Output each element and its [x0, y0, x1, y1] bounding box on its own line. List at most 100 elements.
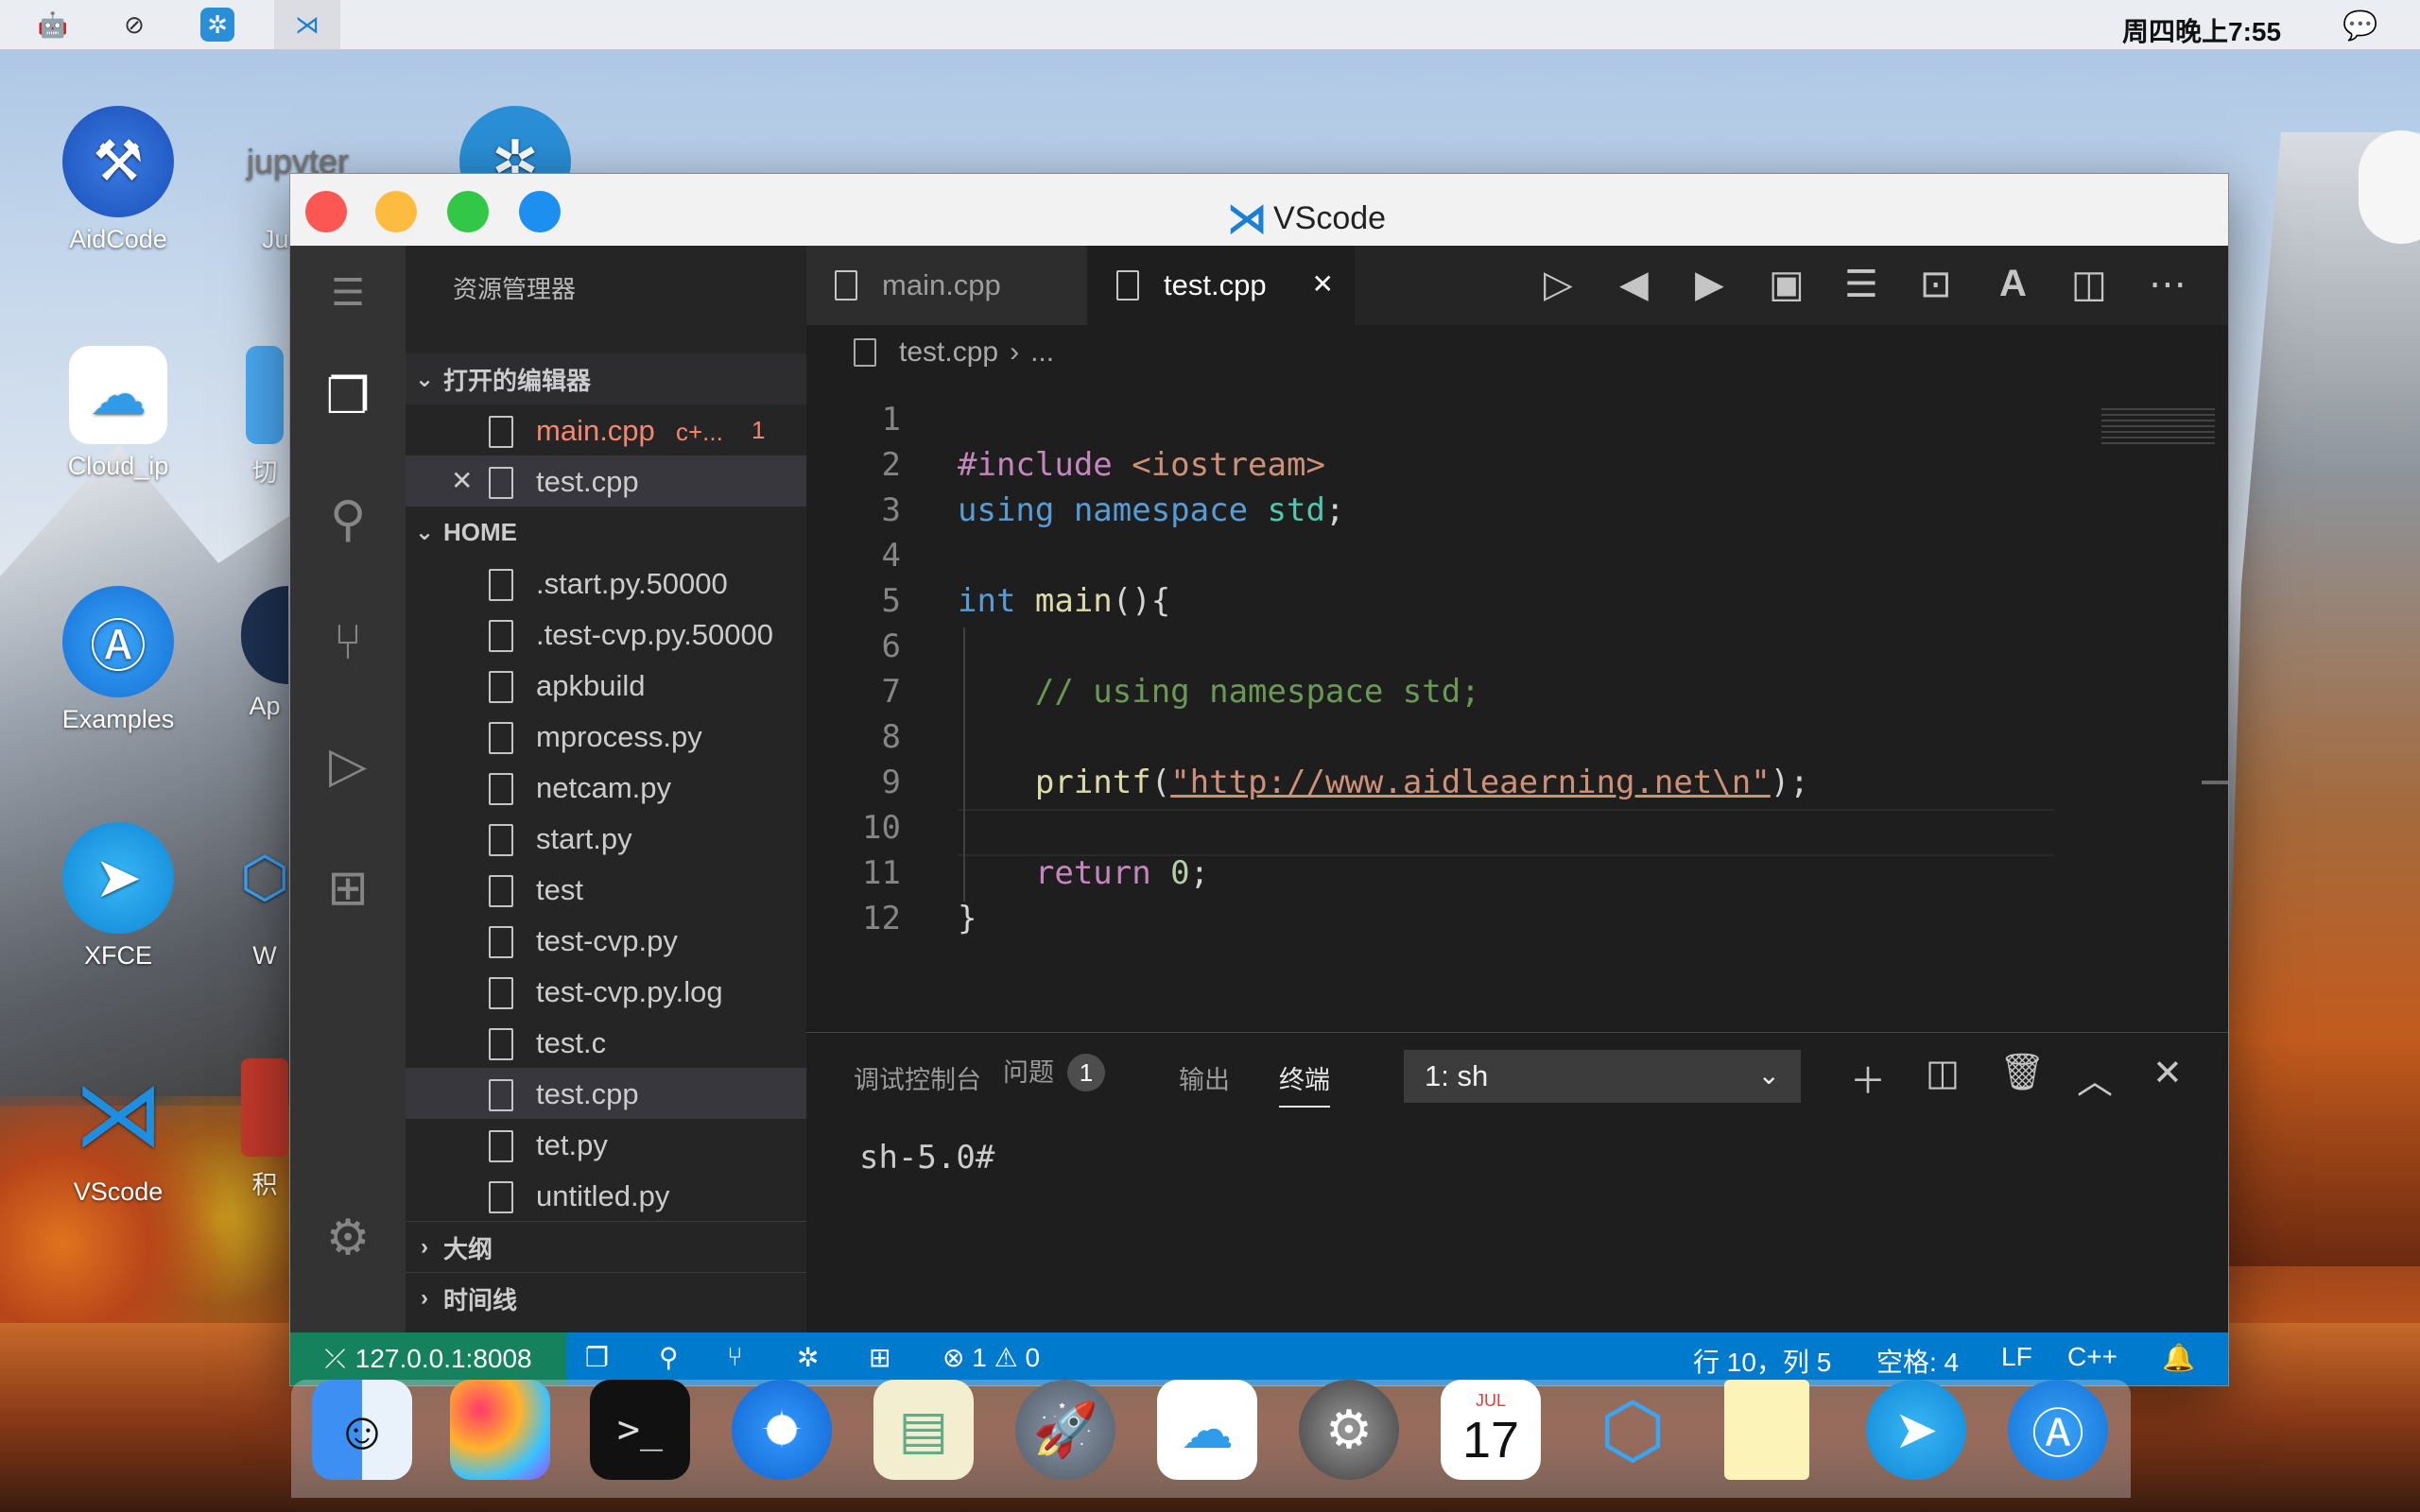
- minimap[interactable]: [2101, 408, 2215, 446]
- run-icon[interactable]: ▷: [1544, 263, 1573, 306]
- extensions-status-icon[interactable]: ⊞: [869, 1342, 890, 1373]
- terminal-prompt[interactable]: sh-5.0#: [859, 1139, 994, 1177]
- home-section[interactable]: ⌄ HOME: [406, 507, 806, 558]
- notifications-bell-icon[interactable]: 🔔: [2162, 1342, 2195, 1373]
- android-icon[interactable]: 🤖: [36, 8, 70, 42]
- system-preferences-icon[interactable]: ⚙: [1299, 1380, 1399, 1480]
- indentation[interactable]: 空格: 4: [1876, 1342, 1959, 1380]
- run-debug-icon[interactable]: ▷: [290, 718, 406, 813]
- desktop-icon-examples[interactable]: Ⓐ Examples: [47, 586, 189, 734]
- game-center-icon[interactable]: [450, 1380, 550, 1480]
- notes-icon[interactable]: [1724, 1380, 1809, 1480]
- maximize-panel-icon[interactable]: ︿: [2077, 1052, 2113, 1104]
- next-icon[interactable]: ▶: [1695, 263, 1724, 306]
- menu-icon[interactable]: ☰: [290, 246, 406, 340]
- debug-status-icon[interactable]: ✲: [797, 1342, 819, 1373]
- tab-debug-console[interactable]: 调试控制台: [854, 1059, 981, 1096]
- file-item[interactable]: untitled.py: [406, 1170, 806, 1221]
- trash-icon[interactable]: 🗑: [1999, 1052, 2045, 1093]
- file-item[interactable]: .start.py.50000: [406, 558, 806, 609]
- close-window-button[interactable]: [305, 191, 347, 232]
- open-editor-item-test[interactable]: ✕ test.cpp: [406, 455, 806, 507]
- chat-icon[interactable]: 💬: [2342, 9, 2377, 43]
- file-item[interactable]: test-cvp.py: [406, 915, 806, 966]
- file-item[interactable]: .test-cvp.py.50000: [406, 609, 806, 660]
- remote-indicator[interactable]: ⤫ 127.0.0.1:8008: [290, 1332, 566, 1385]
- file-item[interactable]: test-cvp.py.log: [406, 966, 806, 1017]
- more-actions-icon[interactable]: ⋯: [2149, 263, 2187, 306]
- file-item[interactable]: mprocess.py: [406, 711, 806, 762]
- end-of-line[interactable]: LF: [2001, 1342, 2032, 1372]
- tab-output[interactable]: 输出: [1179, 1059, 1230, 1096]
- search-status-icon[interactable]: ⚲: [659, 1342, 679, 1373]
- desktop-icon-aidcode[interactable]: ⚒ AidCode: [47, 106, 189, 254]
- font-icon[interactable]: A: [1999, 263, 2027, 305]
- source-control-status-icon[interactable]: ⑂: [727, 1342, 743, 1372]
- desktop-icon-partial-3[interactable]: Ap: [241, 586, 288, 721]
- file-item[interactable]: start.py: [406, 813, 806, 864]
- desktop-icon-partial-5[interactable]: 积: [241, 1058, 288, 1201]
- previous-icon[interactable]: ◀: [1619, 263, 1649, 306]
- compass-icon[interactable]: ⊘: [117, 8, 151, 42]
- list-icon[interactable]: ☰: [1844, 263, 1878, 306]
- language-mode[interactable]: C++: [2067, 1342, 2118, 1372]
- tab-problems[interactable]: 问题 1: [1003, 1052, 1105, 1091]
- calendar-icon[interactable]: JUL 17: [1441, 1380, 1541, 1480]
- file-item[interactable]: netcam.py: [406, 762, 806, 813]
- maximize-window-button[interactable]: [447, 191, 489, 232]
- explorer-icon[interactable]: ❐: [290, 350, 406, 444]
- outline-section[interactable]: › 大纲: [406, 1221, 806, 1273]
- cursor-position[interactable]: 行 10，列 5: [1693, 1342, 1831, 1380]
- app-store-dock-icon[interactable]: Ⓐ: [2008, 1380, 2108, 1480]
- tab-terminal[interactable]: 终端: [1279, 1059, 1330, 1108]
- send-app-icon[interactable]: ➤: [1866, 1380, 1966, 1480]
- launchpad-icon[interactable]: 🚀: [1015, 1380, 1115, 1480]
- menubar-clock[interactable]: 周四晚上7:55: [2122, 11, 2281, 49]
- file-item[interactable]: test: [406, 864, 806, 915]
- breadcrumb-file[interactable]: test.cpp: [899, 336, 998, 369]
- desktop-icon-xfce[interactable]: ➤ XFCE: [47, 822, 189, 971]
- icloud-icon[interactable]: ☁: [1157, 1380, 1257, 1480]
- finder-icon[interactable]: ☺: [312, 1380, 412, 1480]
- tab-main-cpp[interactable]: main.cpp: [806, 246, 1086, 325]
- problems-status[interactable]: ⊗ 1 ⚠ 0: [942, 1342, 1040, 1373]
- breadcrumb-more[interactable]: ...: [1030, 336, 1054, 369]
- file-item[interactable]: test.c: [406, 1017, 806, 1068]
- timeline-section[interactable]: › 时间线: [406, 1272, 806, 1324]
- open-editors-section[interactable]: ⌄ 打开的编辑器: [406, 353, 806, 404]
- search-icon[interactable]: ⚲: [290, 472, 406, 567]
- open-editor-item-main[interactable]: main.cpp c+... 1: [406, 404, 806, 455]
- desktop-icon-partial-2[interactable]: 切: [241, 346, 288, 489]
- source-control-icon[interactable]: ⑂: [290, 595, 406, 690]
- terminal-icon[interactable]: ⊡: [1920, 263, 1952, 306]
- settings-gear-icon[interactable]: ⚙: [290, 1191, 406, 1285]
- file-item-selected[interactable]: test.cpp: [406, 1068, 806, 1119]
- extensions-icon[interactable]: ⊞: [290, 841, 406, 936]
- terminal-app-icon[interactable]: >_: [590, 1380, 690, 1480]
- gear-app-icon[interactable]: ✲: [200, 8, 234, 42]
- qq-penguin-icon[interactable]: [2359, 130, 2420, 244]
- maps-icon[interactable]: ▤: [873, 1380, 974, 1480]
- split-terminal-icon[interactable]: ◫: [1926, 1052, 1960, 1094]
- vscode-icon[interactable]: ⋊: [274, 0, 340, 49]
- minimize-window-button[interactable]: [375, 191, 417, 232]
- close-icon[interactable]: ✕: [451, 465, 473, 496]
- line-number: 10: [862, 809, 901, 847]
- close-panel-icon[interactable]: ✕: [2152, 1052, 2183, 1094]
- tab-test-cpp[interactable]: test.cpp ✕: [1088, 246, 1355, 325]
- cube-app-icon[interactable]: ⬡: [1582, 1380, 1683, 1480]
- new-terminal-icon[interactable]: ＋: [1850, 1052, 1886, 1104]
- desktop-icon-vscode[interactable]: ⋊ VScode: [47, 1058, 189, 1207]
- desktop-icon-cloud-ip[interactable]: ☁ Cloud_ip: [47, 346, 189, 481]
- close-tab-icon[interactable]: ✕: [1312, 268, 1334, 300]
- extra-window-button[interactable]: [519, 191, 561, 232]
- terminal-select[interactable]: 1: sh ⌄: [1404, 1050, 1801, 1103]
- desktop-icon-partial-4[interactable]: ⬡ W: [241, 822, 288, 971]
- split-editor-icon[interactable]: ◫: [2071, 263, 2107, 306]
- safari-icon[interactable]: ✦: [732, 1380, 832, 1480]
- file-item[interactable]: apkbuild: [406, 660, 806, 711]
- save-icon[interactable]: ▣: [1769, 263, 1805, 306]
- window-titlebar[interactable]: ⋊ VScode: [290, 174, 2228, 247]
- explorer-status-icon[interactable]: ❐: [585, 1342, 609, 1373]
- file-item[interactable]: tet.py: [406, 1119, 806, 1170]
